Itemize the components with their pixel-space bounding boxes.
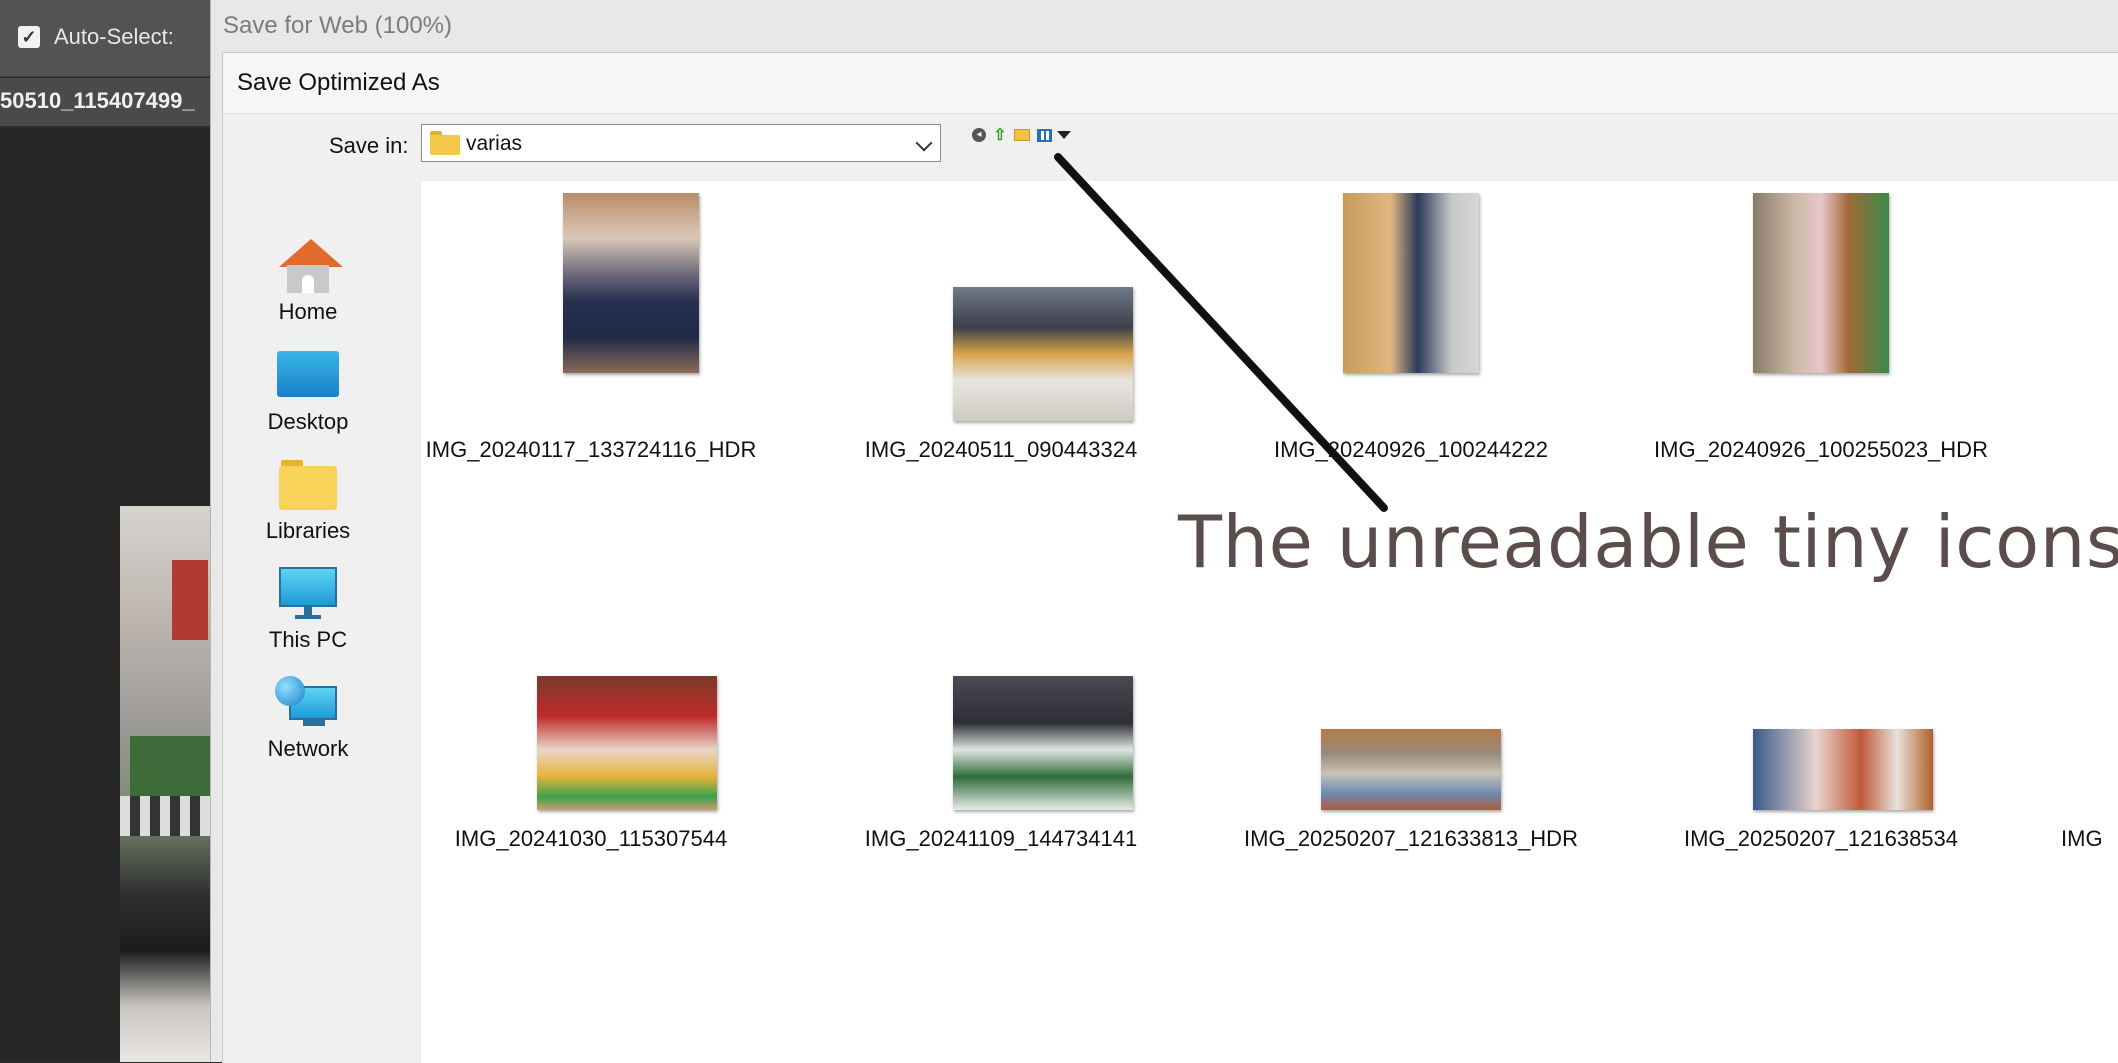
annotation-text: The unreadable tiny icons — [1178, 500, 2118, 584]
